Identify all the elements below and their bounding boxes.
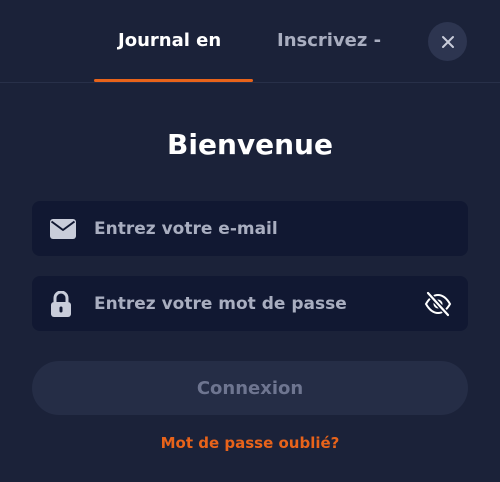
close-button[interactable] [428,22,467,61]
email-field[interactable] [32,201,468,256]
tab-login[interactable]: Journal en [118,30,221,51]
page-title: Bienvenue [167,128,333,161]
auth-tabs: Journal en Inscrivez - [0,0,500,83]
eye-off-icon[interactable] [424,290,452,317]
login-button[interactable]: Connexion [32,361,468,415]
password-field[interactable] [32,276,468,331]
email-input[interactable] [94,201,434,256]
tab-signup[interactable]: Inscrivez - [277,30,381,51]
envelope-icon [50,218,76,239]
forgot-password-link[interactable]: Mot de passe oublié? [0,434,500,452]
active-tab-indicator [94,79,253,82]
close-icon [441,35,454,48]
lock-icon [50,290,72,317]
password-input[interactable] [94,276,434,331]
